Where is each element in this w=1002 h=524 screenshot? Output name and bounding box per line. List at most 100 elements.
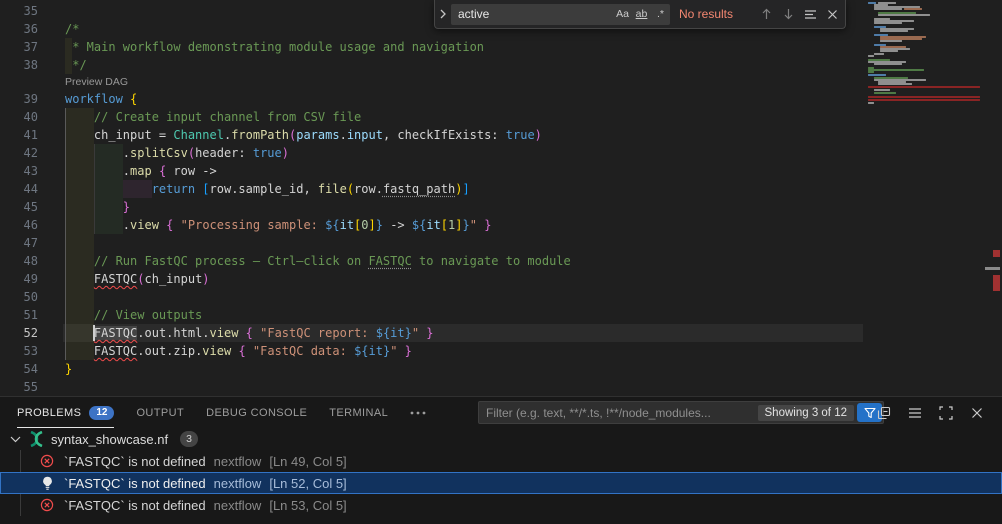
code-line[interactable]: 40 // Create input channel from CSV file <box>0 108 865 126</box>
maximize-panel-button[interactable] <box>935 402 957 424</box>
tab-problems[interactable]: PROBLEMS12 <box>17 397 114 428</box>
code-token: ] <box>462 182 469 196</box>
lightbulb-icon <box>41 476 54 490</box>
line-number[interactable]: 51 <box>0 306 38 324</box>
minimap-code-line <box>868 74 886 76</box>
line-number[interactable]: 35 <box>0 2 38 20</box>
code-line[interactable]: 39workflow { <box>0 90 865 108</box>
code-editor[interactable]: 3536/*37 * Main workflow demonstrating m… <box>0 0 1002 396</box>
code-line[interactable]: 51 // View outputs <box>0 306 865 324</box>
code-text: .view { "Processing sample: ${it[0]} -> … <box>65 216 491 234</box>
whole-word-button[interactable]: ab <box>632 6 651 23</box>
code-token: { <box>246 326 253 340</box>
code-token: true <box>506 128 535 142</box>
line-number[interactable]: 50 <box>0 288 38 306</box>
indent-guide <box>65 108 66 360</box>
find-in-selection-button[interactable] <box>799 3 821 25</box>
minimap[interactable] <box>865 0 983 396</box>
problems-filter-input[interactable]: Filter (e.g. text, **/*.ts, !**/node_mod… <box>478 401 884 424</box>
overview-ruler[interactable] <box>985 0 1002 396</box>
line-number[interactable]: 46 <box>0 216 38 234</box>
code-token: */ <box>65 58 87 72</box>
toggle-replace-button[interactable] <box>435 0 451 28</box>
line-number[interactable]: 49 <box>0 270 38 288</box>
problem-row[interactable]: `FASTQC` is not definednextflow[Ln 52, C… <box>0 472 1002 494</box>
code-token: ) <box>282 146 289 160</box>
expand-chevron[interactable] <box>10 436 21 443</box>
code-line[interactable]: 38 */ <box>0 56 865 74</box>
code-line[interactable]: 52 FASTQC.out.html.view { "FastQC report… <box>0 324 865 342</box>
line-number[interactable]: 54 <box>0 360 38 378</box>
text-cursor <box>93 325 95 341</box>
line-number[interactable]: 41 <box>0 126 38 144</box>
code-token <box>246 344 253 358</box>
code-token: ${it} <box>354 344 390 358</box>
code-token <box>65 326 94 340</box>
code-line[interactable]: 47 <box>0 234 865 252</box>
code-line[interactable]: 49 FASTQC(ch_input) <box>0 270 865 288</box>
find-widget: active Aa ab .* No results <box>434 0 846 29</box>
code-line[interactable]: 37 * Main workflow demonstrating module … <box>0 38 865 56</box>
previous-match-button[interactable] <box>755 3 777 25</box>
tab-terminal[interactable]: TERMINAL <box>329 397 388 428</box>
arrow-down-icon <box>783 8 794 20</box>
find-input[interactable]: active Aa ab .* <box>451 4 670 25</box>
code-token: ] <box>455 218 462 232</box>
code-line[interactable]: 45 } <box>0 198 865 216</box>
code-line[interactable]: 48 // Run FastQC process – Ctrl–click on… <box>0 252 865 270</box>
code-token <box>152 164 159 178</box>
chevron-down-icon <box>10 436 21 443</box>
line-number[interactable]: 39 <box>0 90 38 108</box>
codelens-row[interactable]: Preview DAG <box>0 74 865 90</box>
more-tabs-button[interactable] <box>410 397 426 428</box>
problem-row[interactable]: `FASTQC` is not definednextflow[Ln 49, C… <box>0 450 1002 472</box>
code-text: FASTQC.out.zip.view { "FastQC data: ${it… <box>65 342 412 360</box>
collapse-all-button[interactable] <box>873 402 895 424</box>
code-line[interactable]: 44 return [row.sample_id, file(row.fastq… <box>0 180 865 198</box>
chevron-right-icon <box>439 9 447 19</box>
code-token <box>65 308 94 322</box>
code-token: "Processing sample: <box>181 218 326 232</box>
line-number[interactable]: 47 <box>0 234 38 252</box>
code-token <box>65 254 94 268</box>
line-number[interactable]: 38 <box>0 56 38 74</box>
code-line[interactable]: 53 FASTQC.out.zip.view { "FastQC data: $… <box>0 342 865 360</box>
problem-message: `FASTQC` is not defined <box>64 476 206 491</box>
problem-source: nextflow <box>214 498 262 513</box>
next-match-button[interactable] <box>777 3 799 25</box>
tab-debug-console[interactable]: DEBUG CONSOLE <box>206 397 307 428</box>
line-number[interactable]: 37 <box>0 38 38 56</box>
ruler-error-mark <box>993 250 1000 257</box>
code-line[interactable]: 41 ch_input = Channel.fromPath(params.in… <box>0 126 865 144</box>
line-number[interactable]: 42 <box>0 144 38 162</box>
match-case-button[interactable]: Aa <box>613 6 632 23</box>
line-number[interactable]: 45 <box>0 198 38 216</box>
line-number[interactable]: 55 <box>0 378 38 396</box>
code-token: it <box>426 218 440 232</box>
code-line[interactable]: 46 .view { "Processing sample: ${it[0]} … <box>0 216 865 234</box>
code-line[interactable]: 55 <box>0 378 865 396</box>
code-token: map <box>130 164 152 178</box>
line-number[interactable]: 43 <box>0 162 38 180</box>
close-panel-button[interactable] <box>966 402 988 424</box>
tab-output[interactable]: OUTPUT <box>136 397 184 428</box>
codelens-preview-dag[interactable]: Preview DAG <box>65 75 128 89</box>
regex-button[interactable]: .* <box>651 6 670 23</box>
line-number[interactable]: 52 <box>0 324 38 342</box>
code-line[interactable]: 43 .map { row -> <box>0 162 865 180</box>
close-find-button[interactable] <box>821 3 843 25</box>
line-number[interactable]: 36 <box>0 20 38 38</box>
problem-row[interactable]: `FASTQC` is not definednextflow[Ln 53, C… <box>0 494 1002 516</box>
panel-actions <box>873 397 988 428</box>
line-number[interactable]: 48 <box>0 252 38 270</box>
view-as-table-button[interactable] <box>904 402 926 424</box>
code-text: // Run FastQC process – Ctrl–click on FA… <box>65 252 571 270</box>
problem-source: nextflow <box>214 454 262 469</box>
code-line[interactable]: 42 .splitCsv(header: true) <box>0 144 865 162</box>
code-line[interactable]: 54} <box>0 360 865 378</box>
problems-file-row[interactable]: syntax_showcase.nf3 <box>0 428 1002 450</box>
code-line[interactable]: 50 <box>0 288 865 306</box>
line-number[interactable]: 40 <box>0 108 38 126</box>
line-number[interactable]: 44 <box>0 180 38 198</box>
line-number[interactable]: 53 <box>0 342 38 360</box>
